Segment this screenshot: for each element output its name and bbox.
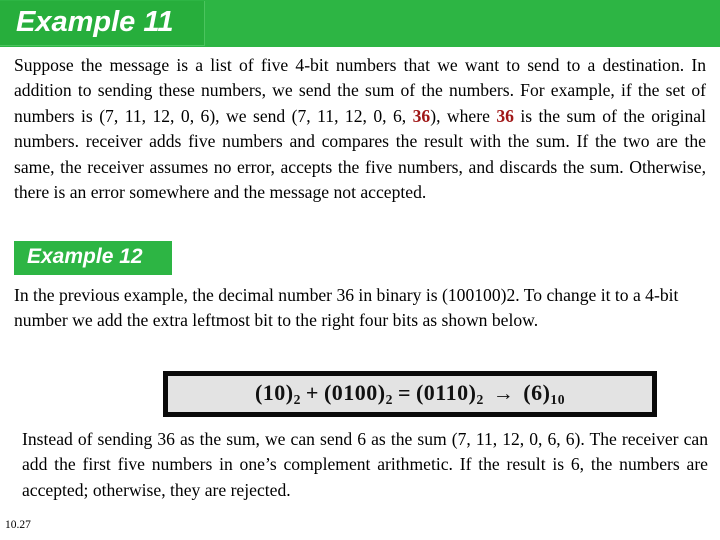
- slide-number: 10.27: [5, 519, 31, 531]
- equation-box: (10)2 + (0100)2 = (0110)2 → (6)10: [163, 371, 657, 417]
- slide-header-bar: Example 11: [0, 0, 720, 47]
- paragraph-conclusion: Instead of sending 36 as the sum, we can…: [22, 429, 708, 500]
- slide-header-title: Example 11: [16, 6, 174, 38]
- slide-header-title-box: Example 11: [0, 1, 205, 46]
- paragraph-1-segment-2: ), where: [430, 105, 497, 126]
- equation-operator-plus: +: [305, 380, 319, 406]
- equation-term-2: (0100): [323, 380, 386, 406]
- equation-term-4-subscript: 10: [550, 391, 566, 407]
- equation-operator-equals: =: [397, 380, 411, 406]
- equation-term-4: (6): [523, 380, 551, 406]
- example-12-label-box: Example 12: [14, 241, 172, 275]
- equation-term-2-subscript: 2: [385, 391, 393, 407]
- equation-term-3: (0110): [415, 380, 477, 406]
- equation-term-1-subscript: 2: [293, 391, 301, 407]
- equation-term-3-subscript: 2: [476, 391, 484, 407]
- paragraph-example-11: Suppose the message is a list of five 4-…: [14, 53, 706, 205]
- equation-expression: (10)2 + (0100)2 = (0110)2 → (6)10: [255, 380, 565, 408]
- paragraph-example-12: In the previous example, the decimal num…: [14, 285, 679, 331]
- equation-term-1: (10): [254, 380, 294, 406]
- paragraph-1-highlight-sum-2: 36: [496, 105, 514, 126]
- example-12-label-text: Example 12: [27, 245, 143, 268]
- paragraph-1-highlight-sum-1: 36: [412, 105, 431, 126]
- equation-arrow-icon: →: [492, 381, 515, 406]
